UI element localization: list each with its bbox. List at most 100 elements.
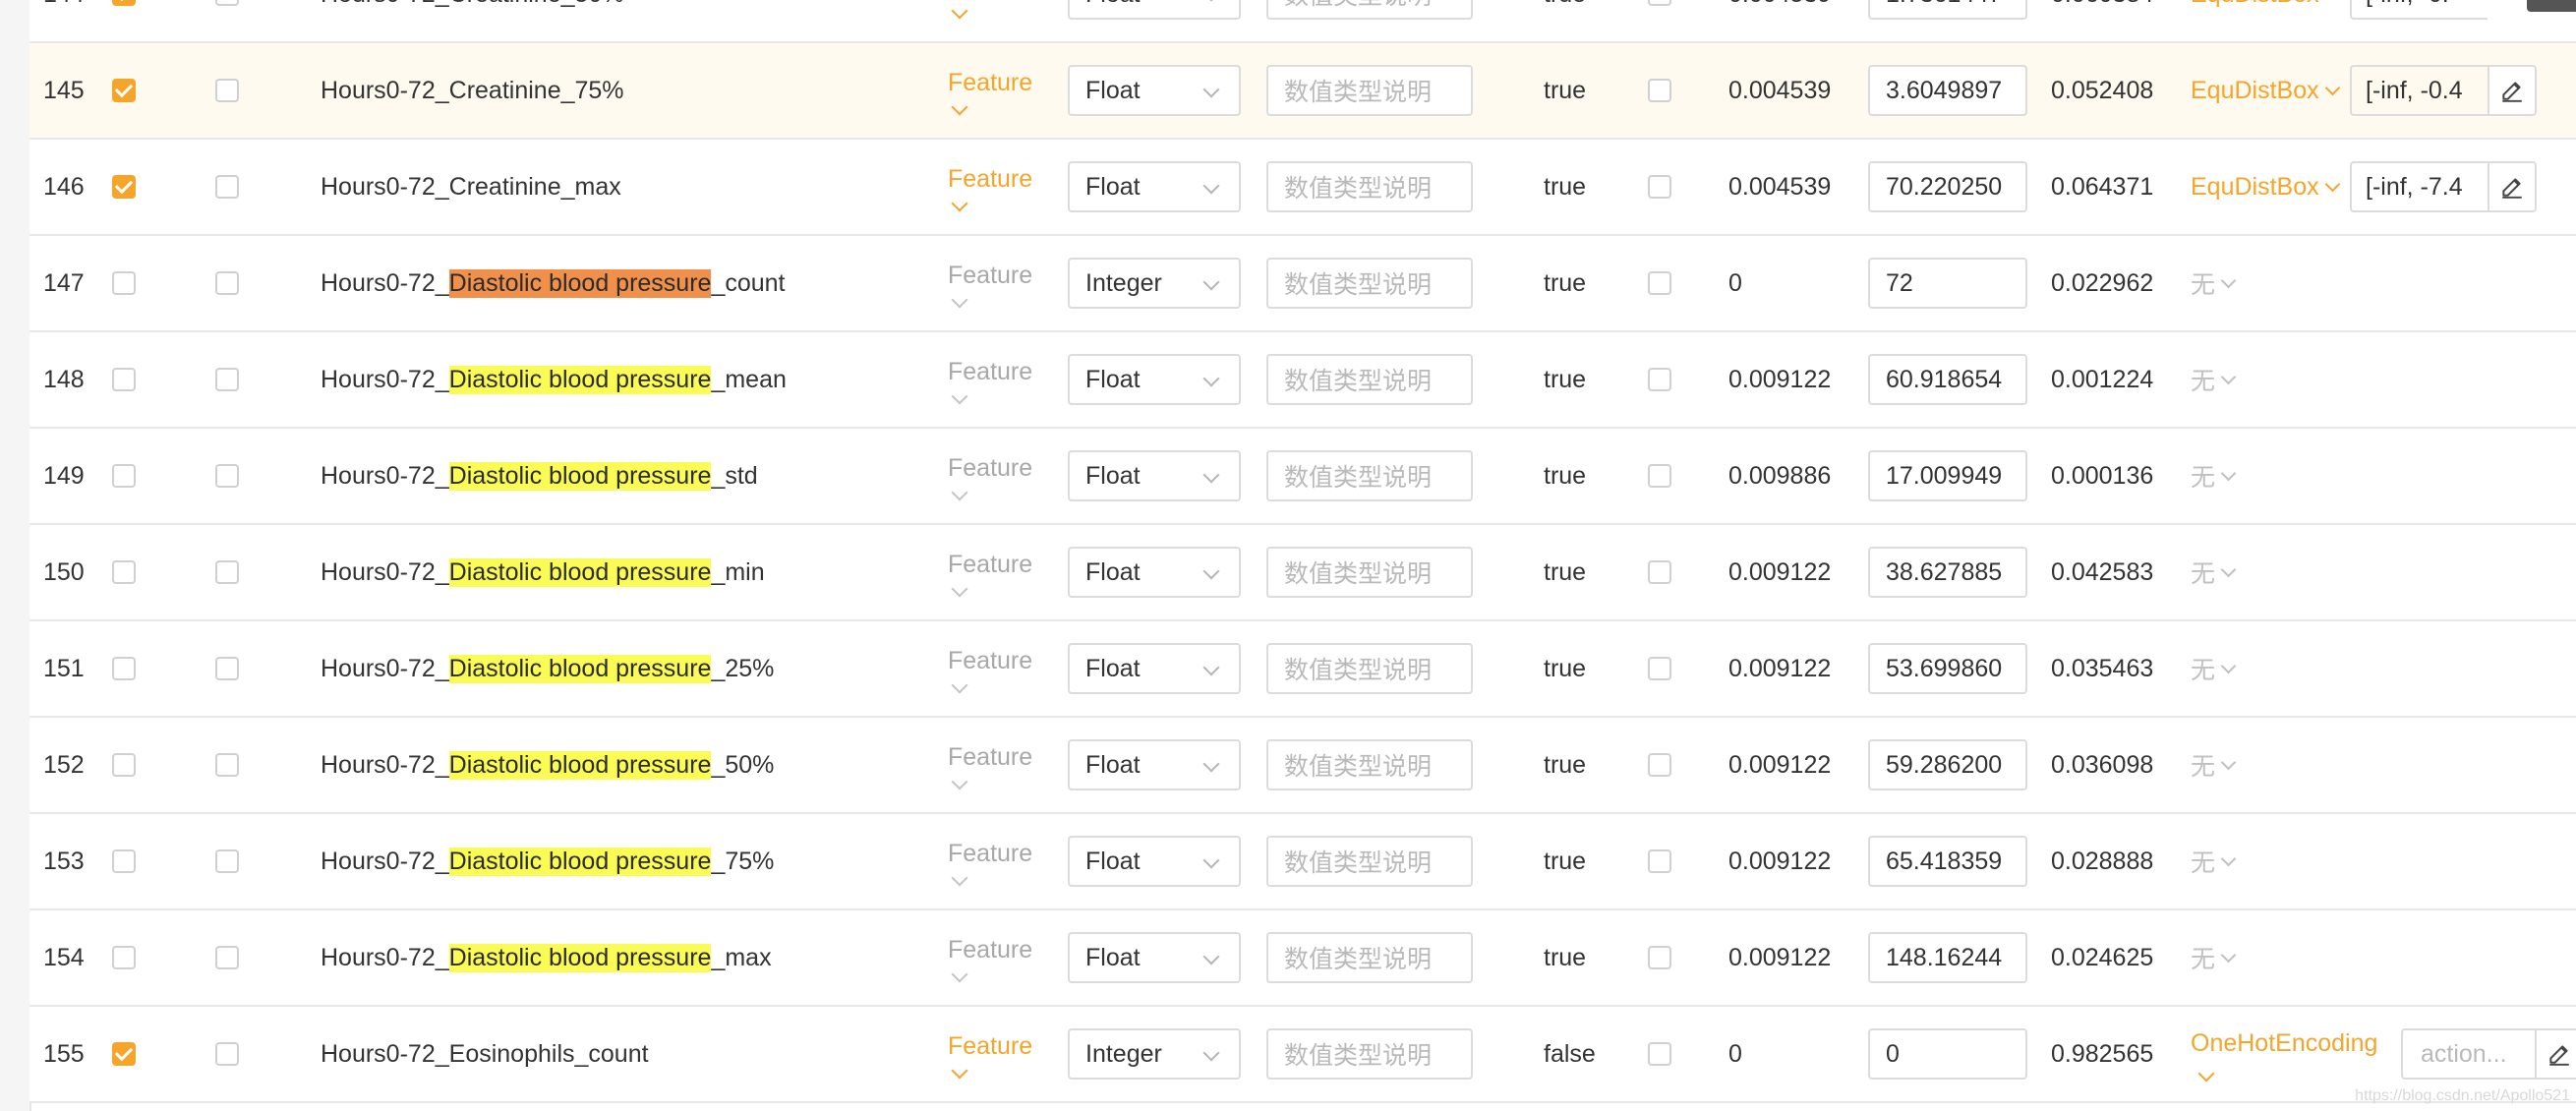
role-dropdown[interactable]: Feature	[948, 0, 1076, 41]
option-checkbox[interactable]	[1648, 1007, 1687, 1101]
row-flag-checkbox[interactable]	[215, 525, 255, 619]
row-select-checkbox[interactable]	[112, 814, 151, 908]
description-input[interactable]: 数值类型说明	[1266, 621, 1473, 716]
row-flag-checkbox[interactable]	[215, 910, 255, 1005]
role-dropdown[interactable]: Feature	[948, 525, 1076, 619]
nullable-value: true	[1544, 461, 1587, 490]
description-input[interactable]: 数值类型说明	[1266, 525, 1473, 619]
encoding-label: OneHotEncoding	[2191, 1028, 2378, 1057]
option-checkbox[interactable]	[1648, 0, 1687, 41]
fill-value-input[interactable]: 72	[1868, 236, 2027, 330]
fill-value-input[interactable]: 53.699860	[1868, 621, 2027, 716]
row-select-checkbox[interactable]	[112, 718, 151, 812]
row-select-checkbox[interactable]	[112, 0, 151, 41]
description-input[interactable]: 数值类型说明	[1266, 910, 1473, 1005]
option-checkbox[interactable]	[1648, 236, 1687, 330]
role-dropdown[interactable]: Feature	[948, 621, 1076, 716]
option-checkbox[interactable]	[1648, 140, 1687, 234]
fill-value-input[interactable]: 65.418359	[1868, 814, 2027, 908]
feature-name-suffix: Creatinine_50%	[449, 0, 624, 9]
range-input[interactable]: [-inf, -0.4	[2350, 65, 2488, 116]
range-input[interactable]: [-inf, -7.4	[2350, 161, 2488, 212]
role-dropdown[interactable]: Feature	[948, 814, 1076, 908]
role-dropdown[interactable]: Feature	[948, 236, 1076, 330]
role-dropdown[interactable]: Feature	[948, 43, 1076, 138]
row-flag-checkbox[interactable]	[215, 0, 255, 41]
type-select[interactable]: Float	[1068, 429, 1241, 523]
role-dropdown[interactable]: Feature	[948, 910, 1076, 1005]
role-dropdown[interactable]: Feature	[948, 332, 1076, 427]
option-checkbox[interactable]	[1648, 429, 1687, 523]
row-flag-checkbox[interactable]	[215, 43, 255, 138]
fill-value-input[interactable]: 1.7361447	[1868, 0, 2027, 41]
row-select-checkbox[interactable]	[112, 525, 151, 619]
description-input[interactable]: 数值类型说明	[1266, 332, 1473, 427]
description-input[interactable]: 数值类型说明	[1266, 43, 1473, 138]
option-checkbox[interactable]	[1648, 718, 1687, 812]
fill-value-input[interactable]: 0	[1868, 1007, 2027, 1101]
type-select[interactable]: Float	[1068, 0, 1241, 41]
option-checkbox[interactable]	[1648, 43, 1687, 138]
feature-name-prefix: Hours0-72_	[321, 750, 449, 779]
role-dropdown[interactable]: Feature	[948, 429, 1076, 523]
description-input[interactable]: 数值类型说明	[1266, 140, 1473, 234]
row-flag-checkbox[interactable]	[215, 814, 255, 908]
option-checkbox[interactable]	[1648, 621, 1687, 716]
fill-value-input[interactable]: 38.627885	[1868, 525, 2027, 619]
row-select-checkbox[interactable]	[112, 43, 151, 138]
option-checkbox[interactable]	[1648, 910, 1687, 1005]
row-select-checkbox[interactable]	[112, 140, 151, 234]
fill-value-input[interactable]: 148.16244	[1868, 910, 2027, 1005]
row-flag-checkbox[interactable]	[215, 718, 255, 812]
option-checkbox[interactable]	[1648, 332, 1687, 427]
type-select[interactable]: Float	[1068, 910, 1241, 1005]
role-dropdown[interactable]: Feature	[948, 718, 1076, 812]
row-flag-checkbox[interactable]	[215, 236, 255, 330]
edit-button[interactable]	[2535, 1028, 2576, 1080]
row-flag-checkbox[interactable]	[215, 332, 255, 427]
fill-value-input[interactable]: 17.009949	[1868, 429, 2027, 523]
description-input[interactable]: 数值类型说明	[1266, 814, 1473, 908]
option-checkbox[interactable]	[1648, 525, 1687, 619]
row-select-checkbox[interactable]	[112, 236, 151, 330]
range-input[interactable]: [-inf, -0.	[2350, 0, 2488, 20]
edit-button[interactable]	[2488, 65, 2537, 116]
row-select-checkbox[interactable]	[112, 332, 151, 427]
row-flag-checkbox[interactable]	[215, 140, 255, 234]
description-input[interactable]: 数值类型说明	[1266, 429, 1473, 523]
description-placeholder: 数值类型说明	[1284, 753, 1433, 781]
type-select[interactable]: Float	[1068, 525, 1241, 619]
type-select[interactable]: Float	[1068, 140, 1241, 234]
row-select-checkbox[interactable]	[112, 1007, 151, 1101]
action-input[interactable]: action...	[2401, 1028, 2535, 1080]
row-select-checkbox[interactable]	[112, 910, 151, 1005]
watermark: https://blog.csdn.net/Apollo521	[2355, 1087, 2570, 1104]
row-select-checkbox[interactable]	[112, 621, 151, 716]
fill-value-input[interactable]: 70.220250	[1868, 140, 2027, 234]
option-checkbox[interactable]	[1648, 814, 1687, 908]
fill-value-input[interactable]: 3.6049897	[1868, 43, 2027, 138]
fill-value-input[interactable]: 59.286200	[1868, 718, 2027, 812]
edit-button[interactable]	[2527, 0, 2576, 12]
row-flag-checkbox[interactable]	[215, 429, 255, 523]
edit-button[interactable]	[2488, 161, 2537, 212]
type-select[interactable]: Float	[1068, 332, 1241, 427]
feature-name-suffix: _75%	[711, 847, 775, 875]
row-select-checkbox[interactable]	[112, 429, 151, 523]
row-flag-checkbox[interactable]	[215, 1007, 255, 1101]
row-flag-checkbox[interactable]	[215, 621, 255, 716]
type-select[interactable]: Float	[1068, 43, 1241, 138]
type-select[interactable]: Integer	[1068, 236, 1241, 330]
type-select[interactable]: Integer	[1068, 1007, 1241, 1101]
description-input[interactable]: 数值类型说明	[1266, 236, 1473, 330]
feature-name-suffix: _50%	[711, 750, 775, 779]
type-select[interactable]: Float	[1068, 718, 1241, 812]
type-select[interactable]: Float	[1068, 621, 1241, 716]
role-dropdown[interactable]: Feature	[948, 140, 1076, 234]
type-select[interactable]: Float	[1068, 814, 1241, 908]
role-dropdown[interactable]: Feature	[948, 1007, 1076, 1101]
fill-value-input[interactable]: 60.918654	[1868, 332, 2027, 427]
description-input[interactable]: 数值类型说明	[1266, 0, 1473, 41]
description-input[interactable]: 数值类型说明	[1266, 718, 1473, 812]
description-input[interactable]: 数值类型说明	[1266, 1007, 1473, 1101]
